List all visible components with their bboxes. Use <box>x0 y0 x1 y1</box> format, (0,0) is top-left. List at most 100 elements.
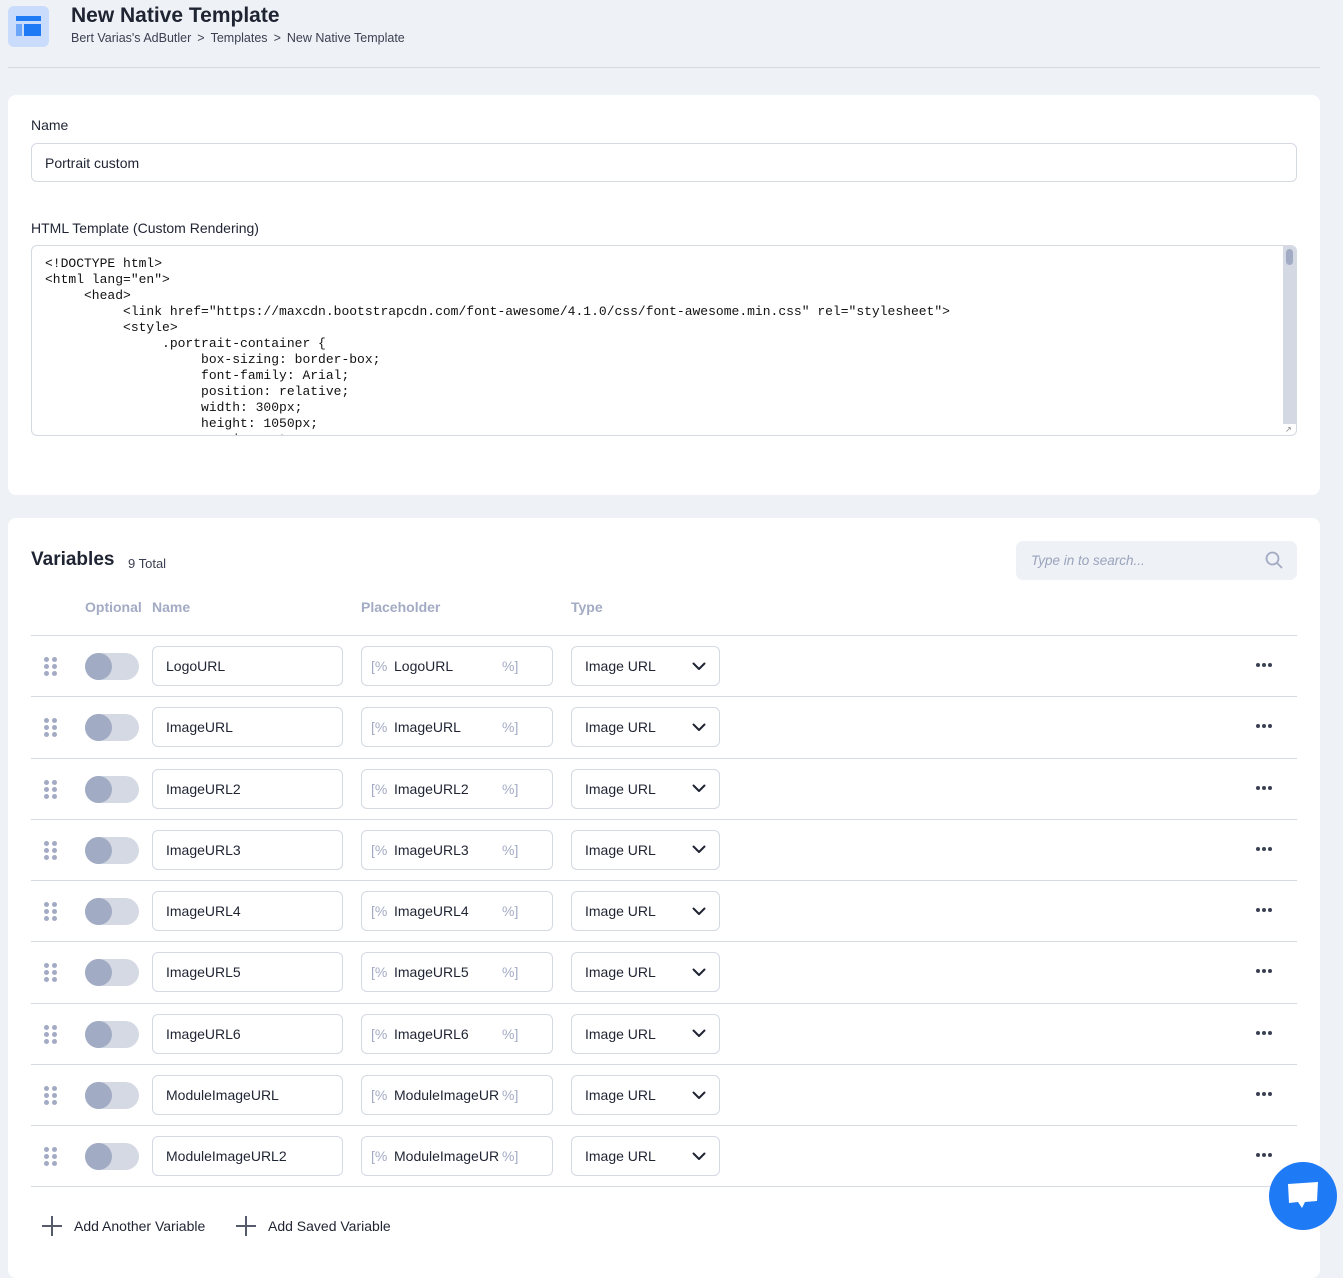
variable-name-input[interactable]: LogoURL <box>152 646 343 686</box>
html-template-label: HTML Template (Custom Rendering) <box>31 220 259 236</box>
optional-toggle[interactable] <box>85 959 139 987</box>
drag-handle-icon[interactable] <box>44 657 58 677</box>
variable-type-select[interactable]: Image URL <box>571 952 720 993</box>
type-value: Image URL <box>585 903 656 920</box>
plus-icon <box>236 1216 256 1236</box>
drag-handle-icon[interactable] <box>44 779 58 800</box>
chat-launcher-button[interactable] <box>1269 1162 1337 1230</box>
variable-name-input[interactable]: ImageURL3 <box>152 829 343 870</box>
variable-name-input[interactable]: ImageURL <box>152 707 343 748</box>
variable-name-input[interactable]: ImageURL6 <box>152 1013 343 1054</box>
variable-placeholder-input[interactable]: [% ImageURL2 %] <box>361 768 553 809</box>
drag-handle-icon[interactable] <box>44 1086 58 1106</box>
variable-name-input[interactable]: ModuleImageURL <box>152 1075 343 1116</box>
breadcrumb-account[interactable]: Bert Varias's AdButler <box>71 31 191 45</box>
variable-type-select[interactable]: Image URL <box>571 646 720 686</box>
optional-toggle[interactable] <box>85 1082 139 1110</box>
placeholder-close-token: %] <box>502 841 519 858</box>
drag-handle-icon[interactable] <box>44 902 58 922</box>
chevron-down-icon <box>692 784 706 793</box>
variable-type-select[interactable]: Image URL <box>571 829 720 870</box>
variable-type-select[interactable]: Image URL <box>571 1075 720 1116</box>
optional-toggle[interactable] <box>85 653 139 680</box>
more-options-icon[interactable] <box>1256 969 1276 975</box>
chevron-down-icon <box>692 1029 706 1038</box>
more-options-icon[interactable] <box>1256 908 1276 914</box>
more-options-icon[interactable] <box>1256 785 1276 792</box>
chevron-down-icon <box>692 723 706 731</box>
variable-name-input[interactable]: ImageURL2 <box>152 768 343 809</box>
breadcrumb-templates[interactable]: Templates <box>211 31 268 45</box>
placeholder-value: ImageURL6 <box>394 1025 469 1042</box>
drag-handle-icon[interactable] <box>44 718 58 738</box>
variable-placeholder-input[interactable]: [% ImageURL %] <box>361 707 553 748</box>
optional-toggle[interactable] <box>85 775 139 803</box>
more-options-icon[interactable] <box>1256 1092 1276 1098</box>
variable-placeholder-input[interactable]: [% ImageURL3 %] <box>361 829 553 870</box>
more-options-icon[interactable] <box>1256 663 1276 669</box>
toggle-knob <box>85 714 112 742</box>
variable-placeholder-input[interactable]: [% ImageURL6 %] <box>361 1013 553 1054</box>
more-options-icon[interactable] <box>1256 1153 1276 1159</box>
template-name-input[interactable]: Portrait custom <box>31 143 1297 182</box>
html-template-editor[interactable]: <!DOCTYPE html> <html lang="en"> <head> … <box>31 245 1297 436</box>
toggle-knob <box>85 653 112 680</box>
drag-handle-icon[interactable] <box>44 1147 58 1167</box>
placeholder-open-token: [% <box>371 1087 388 1104</box>
variable-type-select[interactable]: Image URL <box>571 891 720 932</box>
variable-placeholder-input[interactable]: [% LogoURL %] <box>361 646 553 686</box>
toggle-knob <box>85 836 112 864</box>
variable-type-select[interactable]: Image URL <box>571 768 720 809</box>
placeholder-close-token: %] <box>502 719 519 736</box>
resize-handle-icon[interactable]: ↗ <box>1285 425 1294 434</box>
variables-search-input[interactable] <box>1016 541 1297 580</box>
variable-placeholder-input[interactable]: [% ImageURL4 %] <box>361 891 553 932</box>
variable-name-input[interactable]: ModuleImageURL2 <box>152 1136 343 1177</box>
chevron-down-icon <box>692 662 706 670</box>
variables-search[interactable] <box>1016 541 1297 580</box>
chevron-down-icon <box>692 907 706 915</box>
search-icon[interactable] <box>1265 551 1283 569</box>
more-options-icon[interactable] <box>1256 1030 1276 1037</box>
variable-placeholder-input[interactable]: [% ModuleImageURL %] <box>361 1075 553 1116</box>
drag-handle-icon[interactable] <box>44 840 58 861</box>
more-options-icon[interactable] <box>1256 724 1276 730</box>
add-saved-variable-button[interactable]: Add Saved Variable <box>236 1216 391 1236</box>
variable-row: LogoURL [% LogoURL %] Image URL <box>31 635 1297 696</box>
editor-scroll-thumb[interactable] <box>1286 249 1293 265</box>
breadcrumb-separator: > <box>197 31 205 45</box>
column-header-optional: Optional <box>85 599 142 615</box>
variable-placeholder-input[interactable]: [% ImageURL5 %] <box>361 952 553 993</box>
variable-name-input[interactable]: ImageURL4 <box>152 891 343 932</box>
variable-type-select[interactable]: Image URL <box>571 1136 720 1177</box>
optional-toggle[interactable] <box>85 836 139 864</box>
placeholder-close-token: %] <box>502 780 519 797</box>
page-title: New Native Template <box>71 4 280 27</box>
breadcrumb-separator: > <box>273 31 281 45</box>
chevron-down-icon <box>692 845 706 854</box>
type-value: Image URL <box>585 1148 656 1165</box>
html-template-code[interactable]: <!DOCTYPE html> <html lang="en"> <head> … <box>32 246 1296 435</box>
add-another-variable-button[interactable]: Add Another Variable <box>42 1216 205 1236</box>
more-options-icon[interactable] <box>1256 846 1276 853</box>
variable-type-select[interactable]: Image URL <box>571 1013 720 1054</box>
drag-handle-icon[interactable] <box>44 963 58 983</box>
optional-toggle[interactable] <box>85 714 139 742</box>
optional-toggle[interactable] <box>85 898 139 926</box>
variable-placeholder-input[interactable]: [% ModuleImageURL2 %] <box>361 1136 553 1177</box>
page-header: New Native Template Bert Varias's AdButl… <box>0 0 1343 68</box>
column-header-type: Type <box>571 599 603 615</box>
optional-toggle[interactable] <box>85 1143 139 1171</box>
chevron-down-icon <box>692 1152 706 1160</box>
editor-scrollbar[interactable] <box>1283 246 1296 424</box>
placeholder-close-token: %] <box>502 658 519 674</box>
variable-type-select[interactable]: Image URL <box>571 707 720 748</box>
placeholder-close-token: %] <box>502 1148 519 1165</box>
placeholder-value: ImageURL <box>394 719 461 736</box>
variable-name-input[interactable]: ImageURL5 <box>152 952 343 993</box>
chevron-down-icon <box>692 968 706 976</box>
optional-toggle[interactable] <box>85 1020 139 1048</box>
placeholder-value: ImageURL2 <box>394 780 469 797</box>
drag-handle-icon[interactable] <box>44 1024 58 1045</box>
placeholder-value: ImageURL3 <box>394 841 469 858</box>
